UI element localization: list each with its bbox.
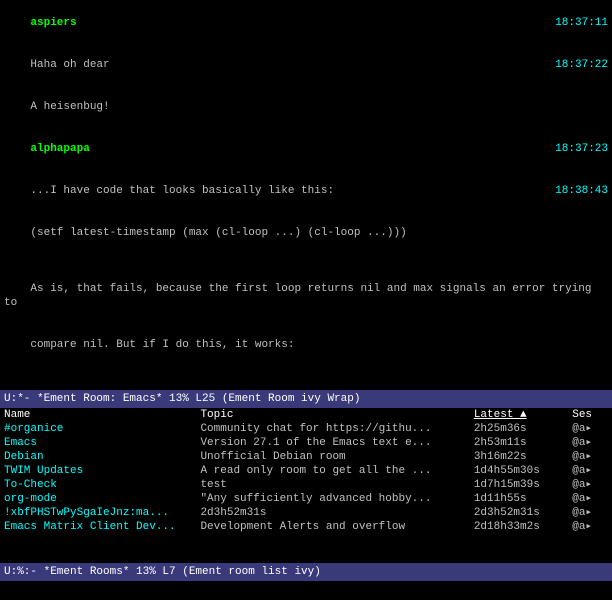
username: alphapapa xyxy=(30,143,89,155)
table-row[interactable]: #organiceCommunity chat for https://gith… xyxy=(0,422,612,436)
table-row[interactable]: DebianUnofficial Debian room3h16m22s@a▸ xyxy=(0,450,612,464)
room-topic-cell: Version 27.1 of the Emacs text e... xyxy=(196,436,469,450)
chat-message: (setf latest-timestamp (max (cl-loop ...… xyxy=(4,212,608,254)
table-row[interactable]: To-Checktest1d7h15m39s@a▸ xyxy=(0,478,612,492)
room-table-body: #organiceCommunity chat for https://gith… xyxy=(0,422,612,534)
room-name-cell[interactable]: TWIM Updates xyxy=(0,464,196,478)
timestamp: 18:37:22 xyxy=(555,58,608,72)
room-session-cell: @a▸ xyxy=(568,464,612,478)
separator-text: U:*- *Ement Room: Emacs* 13% L25 (Ement … xyxy=(4,393,360,405)
chat-message: 18:38:43 ...I have code that looks basica… xyxy=(4,170,608,212)
chat-message: 18:37:23 alphapapa xyxy=(4,128,608,170)
room-topic-cell: test xyxy=(196,478,469,492)
room-latest-cell: 2d3h52m31s xyxy=(470,506,568,520)
room-list-separator-bar: U:%:- *Ement Rooms* 13% L7 (Ement room l… xyxy=(0,563,612,581)
timestamp: 18:37:23 xyxy=(555,142,608,156)
room-session-cell: @a▸ xyxy=(568,492,612,506)
room-topic-cell: A read only room to get all the ... xyxy=(196,464,469,478)
table-row[interactable]: !xbfPHSTwPySgaIeJnz:ma...2d3h52m31s2d3h5… xyxy=(0,506,612,520)
room-topic-cell: Development Alerts and overflow xyxy=(196,520,469,534)
room-name-cell[interactable]: #organice xyxy=(0,422,196,436)
timestamp: 18:37:11 xyxy=(555,16,608,30)
timestamp: 18:38:43 xyxy=(555,184,608,198)
message-text: ...I have code that looks basically like… xyxy=(30,185,334,197)
room-session-cell: @a▸ xyxy=(568,450,612,464)
room-session-cell: @a▸ xyxy=(568,422,612,436)
table-row[interactable]: Emacs Matrix Client Dev...Development Al… xyxy=(0,520,612,534)
message-text: A heisenbug! xyxy=(30,101,109,113)
chat-message: As is, that fails, because the first loo… xyxy=(4,268,608,324)
room-latest-cell: 1d7h15m39s xyxy=(470,478,568,492)
chat-message: 18:37:11 aspiers xyxy=(4,2,608,44)
room-latest-cell: 2d18h33m2s xyxy=(470,520,568,534)
chat-message: A heisenbug! xyxy=(4,86,608,128)
chat-message: (setf latest-timestamp (max (cl-loop ...… xyxy=(4,380,608,390)
room-list-area: Name Topic Latest ▲ Ses #organiceCommuni… xyxy=(0,408,612,563)
room-name-cell[interactable]: Emacs Matrix Client Dev... xyxy=(0,520,196,534)
room-name-cell[interactable]: Emacs xyxy=(0,436,196,450)
room-name-cell[interactable]: Debian xyxy=(0,450,196,464)
table-row[interactable]: org-mode"Any sufficiently advanced hobby… xyxy=(0,492,612,506)
chat-area: 18:37:11 aspiers 18:37:22 Haha oh dear A h… xyxy=(0,0,612,390)
room-topic-cell: Community chat for https://githu... xyxy=(196,422,469,436)
col-header-latest[interactable]: Latest ▲ xyxy=(470,408,568,422)
message-text: Haha oh dear xyxy=(30,59,109,71)
chat-message xyxy=(4,254,608,268)
message-text: As is, that fails, because the first loo… xyxy=(4,283,598,309)
col-header-topic[interactable]: Topic xyxy=(196,408,469,422)
room-latest-cell: 1d11h55s xyxy=(470,492,568,506)
room-latest-cell: 2h53m11s xyxy=(470,436,568,450)
room-session-cell: @a▸ xyxy=(568,478,612,492)
room-topic-cell: "Any sufficiently advanced hobby... xyxy=(196,492,469,506)
chat-separator-bar: U:*- *Ement Room: Emacs* 13% L25 (Ement … xyxy=(0,390,612,408)
room-topic-cell: 2d3h52m31s xyxy=(196,506,469,520)
chat-message: compare nil. But if I do this, it works: xyxy=(4,324,608,366)
message-text: (setf latest-timestamp (max (cl-loop ...… xyxy=(30,227,406,239)
room-table: Name Topic Latest ▲ Ses #organiceCommuni… xyxy=(0,408,612,534)
room-name-cell[interactable]: To-Check xyxy=(0,478,196,492)
chat-message: 18:37:22 Haha oh dear xyxy=(4,44,608,86)
chat-message xyxy=(4,366,608,380)
col-header-name[interactable]: Name xyxy=(0,408,196,422)
room-latest-cell: 3h16m22s xyxy=(470,450,568,464)
room-topic-cell: Unofficial Debian room xyxy=(196,450,469,464)
room-name-cell[interactable]: org-mode xyxy=(0,492,196,506)
room-session-cell: @a▸ xyxy=(568,520,612,534)
col-header-session[interactable]: Ses xyxy=(568,408,612,422)
bottom-bar-text: U:%:- *Ement Rooms* 13% L7 (Ement room l… xyxy=(4,566,321,578)
table-row[interactable]: EmacsVersion 27.1 of the Emacs text e...… xyxy=(0,436,612,450)
username: aspiers xyxy=(30,17,76,29)
room-session-cell: @a▸ xyxy=(568,506,612,520)
table-header-row: Name Topic Latest ▲ Ses xyxy=(0,408,612,422)
room-latest-cell: 1d4h55m30s xyxy=(470,464,568,478)
room-name-cell[interactable]: !xbfPHSTwPySgaIeJnz:ma... xyxy=(0,506,196,520)
table-row[interactable]: TWIM UpdatesA read only room to get all … xyxy=(0,464,612,478)
room-session-cell: @a▸ xyxy=(568,436,612,450)
room-latest-cell: 2h25m36s xyxy=(470,422,568,436)
message-text: compare nil. But if I do this, it works: xyxy=(30,339,294,351)
